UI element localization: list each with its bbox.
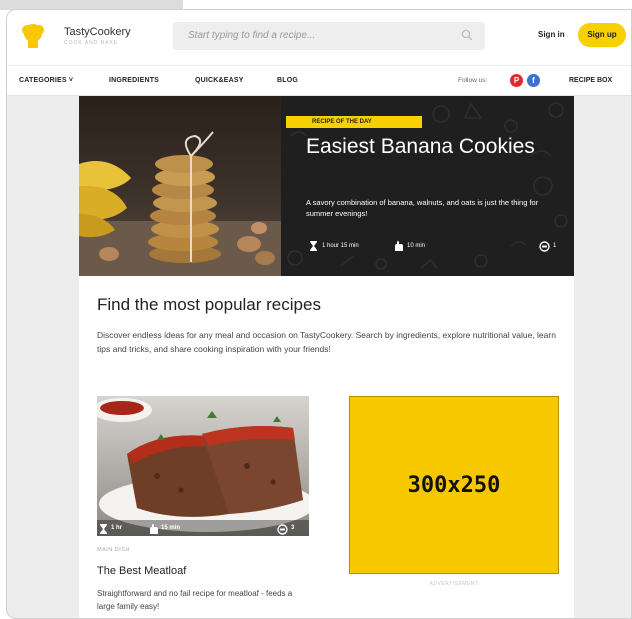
hourglass-icon bbox=[310, 241, 317, 251]
hero-total-time: 1 hour 15 min bbox=[322, 243, 359, 249]
pinterest-icon[interactable]: P bbox=[510, 74, 523, 87]
brand-name[interactable]: TastyCookery bbox=[64, 26, 131, 38]
hourglass-icon bbox=[100, 524, 107, 534]
comment-icon[interactable] bbox=[277, 524, 288, 535]
section-description: Discover endless ideas for any meal and … bbox=[97, 330, 556, 354]
sign-up-button[interactable]: Sign up bbox=[578, 23, 626, 47]
hero-recipe-description: A savory combination of banana, walnuts,… bbox=[306, 198, 539, 218]
nav-ingredients[interactable]: INGREDIENTS bbox=[109, 77, 159, 84]
site-header: TastyCookery COOK AND BAKE Start typing … bbox=[7, 10, 631, 65]
comment-icon[interactable] bbox=[539, 241, 550, 252]
nav-quick-easy[interactable]: QUICK&EASY bbox=[195, 77, 244, 84]
recipe-of-the-day-badge: RECIPE OF THE DAY bbox=[286, 116, 422, 128]
section-title: Find the most popular recipes bbox=[97, 295, 321, 314]
sign-in-link[interactable]: Sign in bbox=[538, 30, 565, 39]
follow-us-label: Follow us: bbox=[458, 77, 488, 84]
main-nav: CATEGORIES ˅ INGREDIENTS QUICK&EASY BLOG… bbox=[7, 65, 631, 96]
card-prep-time: 15 min bbox=[161, 525, 181, 531]
card-comment-count[interactable]: 3 bbox=[291, 525, 294, 531]
hand-prep-icon bbox=[395, 241, 403, 251]
search-input[interactable]: Start typing to find a recipe... bbox=[173, 22, 485, 50]
card-meta-overlay: 1 hr 15 min 3 bbox=[97, 522, 309, 536]
ad-size-label: 300x250 bbox=[407, 473, 501, 498]
hero-prep-time: 10 min bbox=[407, 243, 426, 249]
banana-cookies-photo[interactable] bbox=[79, 96, 281, 276]
hand-prep-icon bbox=[150, 524, 158, 534]
card-recipe-title[interactable]: The Best Meatloaf bbox=[97, 565, 186, 577]
meatloaf-photo[interactable] bbox=[97, 396, 309, 536]
hero-info-panel: RECIPE OF THE DAY Easiest Banana Cookies… bbox=[281, 96, 574, 276]
nav-recipe-box[interactable]: RECIPE BOX bbox=[569, 77, 612, 84]
ad-placeholder[interactable]: 300x250 bbox=[349, 396, 559, 574]
hero-recipe-title[interactable]: Easiest Banana Cookies bbox=[306, 136, 556, 157]
search-placeholder: Start typing to find a recipe... bbox=[188, 30, 316, 41]
advertisement-label: ADVERTISEMENT bbox=[429, 581, 479, 587]
chef-hat-logo-icon[interactable] bbox=[22, 22, 44, 52]
nav-categories[interactable]: CATEGORIES ˅ bbox=[19, 77, 73, 84]
card-category[interactable]: MAIN DISH bbox=[97, 547, 130, 553]
recipe-of-the-day-banner[interactable]: RECIPE OF THE DAY Easiest Banana Cookies… bbox=[79, 96, 574, 276]
search-icon[interactable] bbox=[461, 29, 473, 41]
brand-tagline: COOK AND BAKE bbox=[64, 40, 119, 46]
hero-comment-count[interactable]: 1 bbox=[553, 243, 556, 249]
card-recipe-description: Straightforward and no fail recipe for m… bbox=[97, 589, 293, 611]
card-total-time: 1 hr bbox=[111, 525, 123, 531]
nav-blog[interactable]: BLOG bbox=[277, 77, 298, 84]
facebook-icon[interactable]: f bbox=[527, 74, 540, 87]
browser-window: TastyCookery COOK AND BAKE Start typing … bbox=[6, 9, 632, 619]
popular-recipes-section: Find the most popular recipes Discover e… bbox=[79, 276, 574, 618]
